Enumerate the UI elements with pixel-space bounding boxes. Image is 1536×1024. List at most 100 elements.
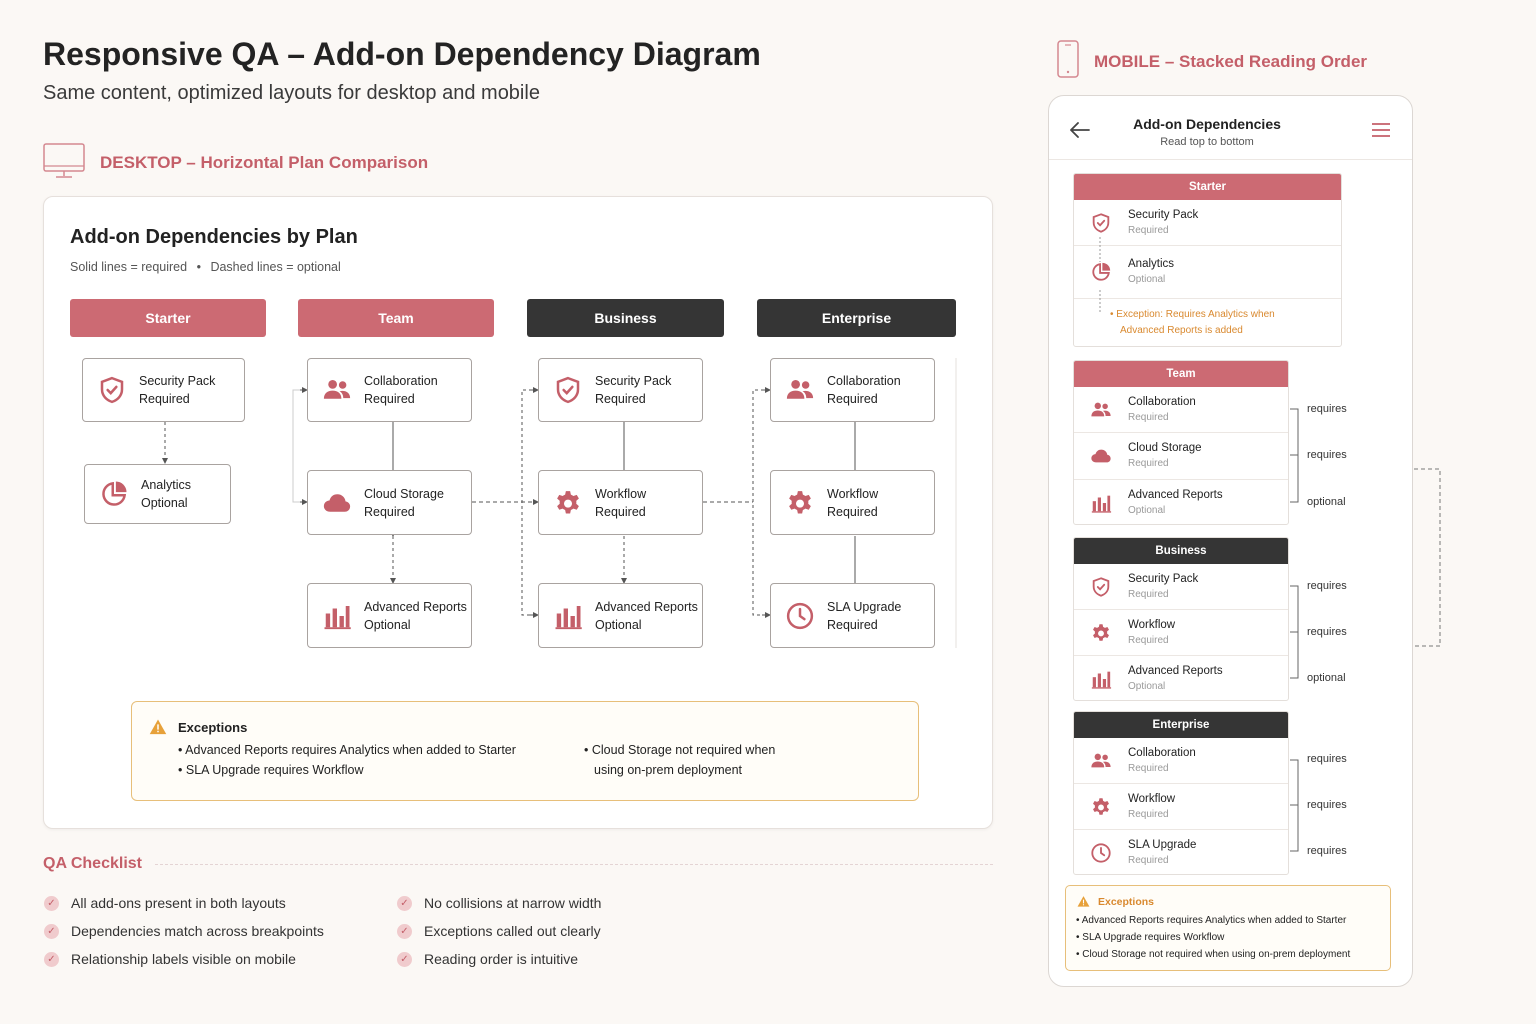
users-icon [1090, 399, 1112, 421]
mobile-row: Workflow Required [1074, 610, 1288, 656]
node-name: Advanced Reports [595, 599, 698, 614]
node-team-collaboration: Collaboration Required [307, 358, 472, 422]
row-name: Workflow [1128, 618, 1176, 631]
mobile-row: Analytics Optional [1074, 246, 1341, 299]
mobile-exception-item: Advanced Reports requires Analytics when… [1081, 915, 1347, 926]
bar-chart-icon [1090, 492, 1112, 514]
exception-item: Advanced Reports requires Analytics when… [185, 743, 516, 757]
node-team-advanced-reports: Advanced Reports Optional [307, 583, 472, 648]
hamburger-menu-icon[interactable] [1371, 122, 1391, 138]
row-status: Optional [1128, 274, 1166, 285]
node-enterprise-workflow: Workflow Required [770, 470, 935, 535]
exceptions-list-right: • Cloud Storage not required when using … [584, 740, 775, 780]
relationship-label: requires [1307, 626, 1347, 638]
checklist-item: ✓ All add-ons present in both layouts [44, 895, 286, 911]
checklist-item: ✓ Exceptions called out clearly [397, 923, 601, 939]
node-name: Collaboration [827, 374, 901, 388]
plan-header-business: Business [527, 299, 724, 337]
node-status: Optional [595, 617, 642, 632]
exception-item-cont: using on-prem deployment [594, 763, 742, 777]
mobile-plan-header-starter: Starter [1074, 174, 1341, 200]
mobile-title: Add-on Dependencies [1133, 116, 1281, 132]
row-name: Workflow [1128, 792, 1176, 805]
clock-icon [1090, 842, 1112, 864]
row-status: Optional [1128, 505, 1166, 516]
node-name: SLA Upgrade [827, 599, 902, 614]
node-status: Required [827, 392, 878, 406]
warning-icon [148, 718, 168, 736]
desktop-monitor-icon [43, 143, 85, 178]
qa-divider [155, 864, 993, 865]
exceptions-title: Exceptions [178, 720, 248, 735]
mobile-plan-header-business: Business [1074, 538, 1288, 564]
node-status: Required [139, 392, 190, 406]
plan-header-starter: Starter [70, 299, 266, 337]
row-status: Optional [1128, 681, 1166, 692]
bar-chart-icon [553, 601, 583, 631]
mobile-row: Collaboration Required [1074, 738, 1288, 784]
row-status: Required [1128, 588, 1169, 600]
mobile-card-starter: Starter Security Pack Required Analytics O… [1073, 173, 1342, 347]
mobile-exceptions-title: Exceptions [1098, 896, 1155, 908]
mobile-row: Cloud Storage Required [1074, 433, 1288, 480]
starter-exception-line1: Exception: Requires Analytics when [1116, 309, 1275, 320]
gear-icon [553, 488, 583, 518]
node-business-security-pack: Security Pack Required [538, 358, 703, 422]
warning-icon [1076, 895, 1091, 908]
row-status: Required [1128, 411, 1169, 423]
bar-chart-icon [1090, 668, 1112, 690]
page-title: Responsive QA – Add-on Dependency Diagra… [43, 36, 761, 72]
row-status: Required [1128, 808, 1169, 820]
check-icon: ✓ [397, 951, 412, 967]
relationship-label: requires [1307, 799, 1347, 811]
row-status: Required [1128, 458, 1169, 469]
page-subtitle: Same content, optimized layouts for desk… [43, 82, 540, 104]
checklist-item: ✓ Relationship labels visible on mobile [44, 951, 296, 967]
row-status: Required [1128, 855, 1169, 866]
relationship-label: requires [1307, 403, 1347, 415]
back-arrow-icon[interactable] [1068, 120, 1092, 140]
desktop-section-label: DESKTOP – Horizontal Plan Comparison [100, 153, 429, 172]
panel-title: Add-on Dependencies by Plan [70, 226, 358, 248]
mobile-card-enterprise: Enterprise Collaboration Required Workflo… [1073, 711, 1289, 875]
exception-item: Cloud Storage not required when [591, 743, 776, 757]
node-status: Required [364, 392, 415, 406]
mobile-phone-icon [1057, 40, 1079, 78]
cloud-icon [322, 488, 352, 518]
users-icon [785, 375, 815, 405]
plan-header-team: Team [298, 299, 494, 337]
node-status: Optional [364, 617, 411, 632]
row-name: Analytics [1128, 258, 1175, 270]
node-name: Advanced Reports [364, 599, 467, 614]
shield-icon [553, 375, 583, 405]
node-status: Optional [141, 496, 188, 510]
clock-icon [785, 601, 815, 631]
checklist-label: Reading order is intuitive [424, 951, 579, 967]
gear-icon [1090, 796, 1112, 818]
exceptions-list-left: • Advanced Reports requires Analytics wh… [178, 743, 516, 777]
row-name: Cloud Storage [1128, 442, 1202, 454]
shield-icon [1090, 212, 1112, 234]
legend-solid: Solid lines = required [70, 260, 188, 274]
mobile-exceptions-box: Exceptions • Advanced Reports requires A… [1065, 885, 1391, 971]
node-starter-security-pack: Security Pack Required [82, 358, 245, 422]
node-enterprise-sla-upgrade: SLA Upgrade Required [770, 583, 935, 648]
pie-chart-icon [1090, 261, 1112, 283]
node-status: Required [827, 504, 878, 519]
checklist-item: ✓ No collisions at narrow width [397, 895, 601, 911]
mobile-row: Workflow Required [1074, 784, 1288, 830]
mobile-row: SLA Upgrade Required [1074, 830, 1288, 876]
row-status: Required [1128, 634, 1169, 646]
relationship-label: optional [1307, 672, 1346, 684]
mobile-exception-item: Cloud Storage not required when using on… [1082, 949, 1351, 960]
mobile-row: Security Pack Required [1074, 564, 1288, 610]
row-name: Collaboration [1128, 746, 1196, 759]
node-business-workflow: Workflow Required [538, 470, 703, 535]
bar-chart-icon [322, 601, 352, 631]
row-status: Required [1128, 224, 1169, 236]
mobile-card-team: Team Collaboration Required Cloud Storage… [1073, 360, 1289, 525]
users-icon [1090, 750, 1112, 772]
mobile-card-business: Business Security Pack Required Workflow R… [1073, 537, 1289, 701]
row-name: Security Pack [1128, 208, 1199, 221]
check-icon: ✓ [397, 895, 412, 911]
